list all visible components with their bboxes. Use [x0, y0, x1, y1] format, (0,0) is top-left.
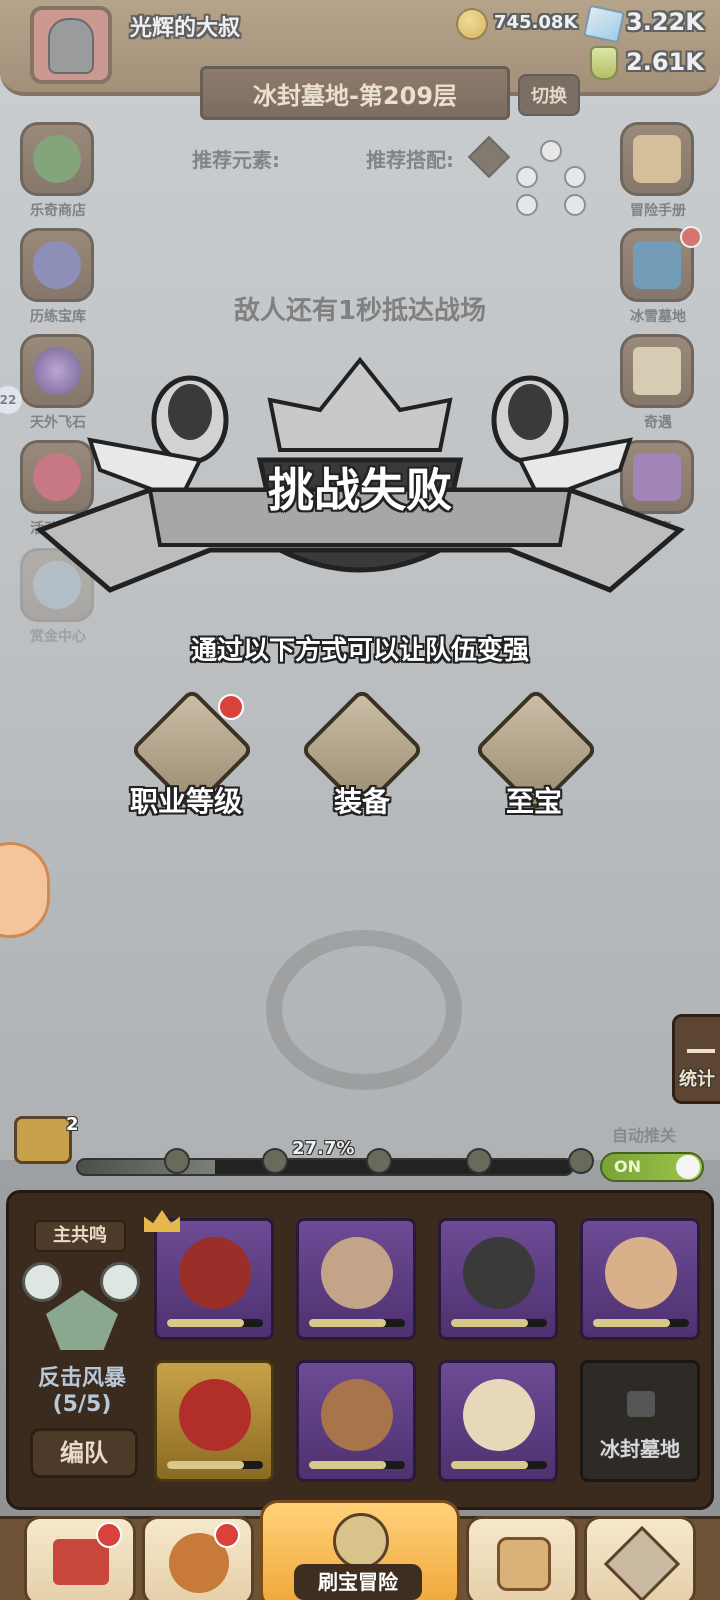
equipment-label: 装备 [333, 785, 390, 818]
strengthen-hint: 通过以下方式可以让队伍变强 [190, 636, 529, 666]
resonance-title: 主共鸣 [34, 1220, 126, 1252]
king-hero-portrait [463, 1379, 535, 1451]
auto-advance-state: ON [614, 1157, 641, 1176]
devil-hero-portrait [179, 1379, 251, 1451]
knight-hero-portrait [463, 1237, 535, 1309]
hero-slot[interactable] [296, 1218, 416, 1340]
auto-advance-toggle[interactable]: ON [600, 1152, 704, 1182]
backpack-icon [497, 1537, 551, 1591]
moon-element-icon [100, 1262, 140, 1302]
class-level-badge-dot [218, 694, 244, 720]
key-milestone-icon [568, 1148, 594, 1174]
hero-slot[interactable] [154, 1360, 274, 1482]
locked-slot-label: 冰封墓地 [600, 1437, 680, 1461]
hero-slot[interactable] [438, 1218, 558, 1340]
demon-hero-portrait [179, 1237, 251, 1309]
resonance-skill-count: (5/5) [52, 1392, 112, 1417]
wind-element-icon [22, 1262, 62, 1302]
nav-adventure-label: 刷宝冒险 [294, 1564, 422, 1600]
compass-icon [333, 1513, 389, 1569]
nav-backpack-button[interactable] [466, 1516, 578, 1600]
class-level-label: 职业等级 [129, 785, 242, 818]
notification-dot [96, 1522, 122, 1548]
key-milestone-icon [366, 1148, 392, 1174]
key-milestone-icon [262, 1148, 288, 1174]
hero-slot[interactable] [154, 1218, 274, 1340]
result-title: 挑战失败 [268, 463, 452, 517]
enemy-countdown: 敌人还有1秒抵达战场 [233, 296, 487, 326]
key-milestone-icon [466, 1148, 492, 1174]
hero-slot[interactable] [580, 1218, 700, 1340]
chest-count: 2 [66, 1114, 79, 1135]
hero-slot[interactable] [296, 1360, 416, 1482]
key-milestone-icon [164, 1148, 190, 1174]
warrior-hero-portrait [605, 1237, 677, 1309]
stats-button[interactable]: 统计 [672, 1014, 720, 1104]
notification-dot [214, 1522, 240, 1548]
soldier-hero-portrait [321, 1237, 393, 1309]
progress-percent: 27.7% [292, 1138, 355, 1159]
stage-progress-bar [76, 1158, 574, 1176]
formation-button[interactable]: 编队 [30, 1428, 138, 1478]
lock-icon [627, 1391, 655, 1417]
bar-chart-icon [687, 1029, 715, 1053]
turban-hero-portrait [321, 1379, 393, 1451]
crown-icon [267, 356, 453, 452]
joystick-ring[interactable] [266, 930, 462, 1090]
resonance-skill-name: 反击风暴 [37, 1366, 126, 1391]
treasure-label: 至宝 [505, 785, 562, 818]
hammer-icon [603, 1525, 681, 1600]
stats-label: 统计 [679, 1069, 715, 1090]
stage-progress-fill [78, 1160, 215, 1174]
nav-forge-button[interactable] [584, 1516, 696, 1600]
auto-advance-label: 自动推关 [612, 1126, 677, 1145]
treasure-chest-button[interactable] [14, 1116, 72, 1164]
hero-slot[interactable] [438, 1360, 558, 1482]
storefront-icon [53, 1539, 109, 1585]
locked-hero-slot[interactable]: 冰封墓地 [580, 1360, 700, 1482]
